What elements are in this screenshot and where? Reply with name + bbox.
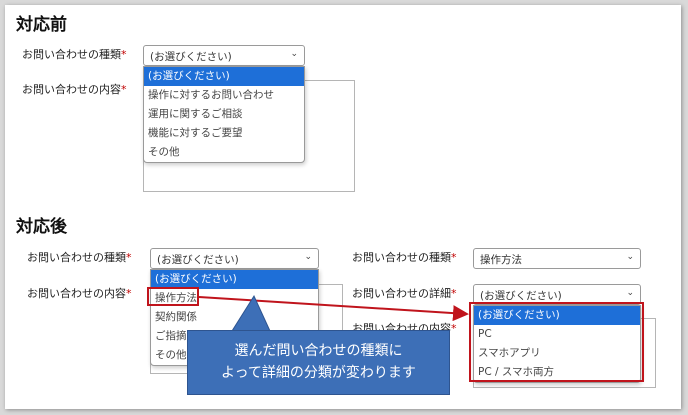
callout-box: 選んだ問い合わせの種類に よって詳細の分類が変わります: [187, 330, 450, 395]
arrow-line: [198, 296, 469, 322]
callout-line1: 選んだ問い合わせの種類に: [234, 343, 403, 359]
callout-line2: よって詳細の分類が変わります: [221, 365, 416, 381]
